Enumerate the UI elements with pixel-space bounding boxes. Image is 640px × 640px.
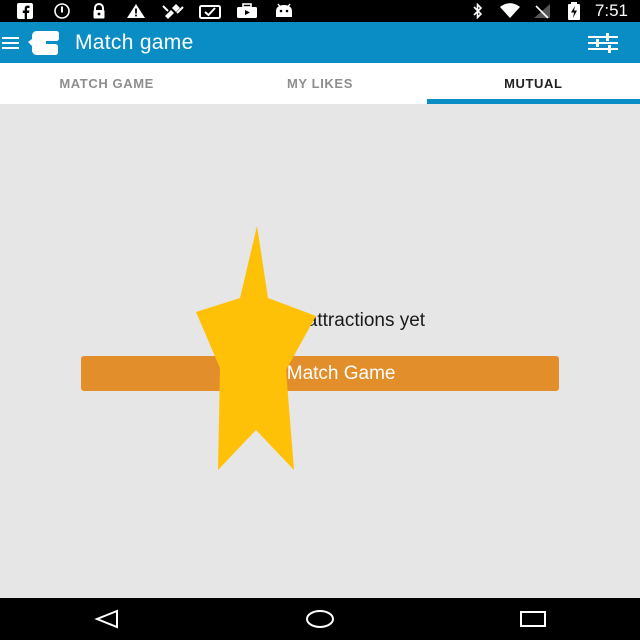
tab-bar: MATCH GAME MY LIKES MUTUAL <box>0 63 640 104</box>
filter-settings-icon[interactable] <box>588 32 618 54</box>
warning-icon <box>125 3 147 19</box>
signal-icon <box>531 3 553 19</box>
battery-charging-icon <box>563 2 585 20</box>
facebook-icon <box>14 3 36 19</box>
menu-icon[interactable] <box>0 33 20 53</box>
tab-my-likes[interactable]: MY LIKES <box>213 63 426 104</box>
navigation-bar <box>0 598 640 640</box>
app-title: Match game <box>75 30 194 54</box>
tab-mutual[interactable]: MUTUAL <box>426 63 640 104</box>
status-left-icons <box>0 3 310 19</box>
status-bar: 7:51 <box>0 0 640 22</box>
status-clock: 7:51 <box>594 1 628 20</box>
app-bar: Match game <box>0 22 640 63</box>
lock-icon <box>88 3 110 19</box>
back-icon[interactable] <box>87 604 127 634</box>
bluetooth-icon <box>467 3 489 19</box>
mutual-content: No mutual attractions yet Play Match Gam… <box>0 104 640 598</box>
wifi-icon <box>499 3 521 19</box>
clipboard-check-icon <box>199 3 221 19</box>
home-icon[interactable] <box>300 604 340 634</box>
briefcase-play-icon <box>236 3 258 19</box>
app-logo-icon <box>28 30 60 56</box>
android-icon <box>273 3 295 19</box>
satellite-icon <box>162 3 184 19</box>
star-overlay-icon <box>196 226 316 470</box>
sync-icon <box>51 3 73 19</box>
tab-match-game[interactable]: MATCH GAME <box>0 63 213 104</box>
recents-icon[interactable] <box>513 604 553 634</box>
status-right-icons: 7:51 <box>467 1 640 21</box>
